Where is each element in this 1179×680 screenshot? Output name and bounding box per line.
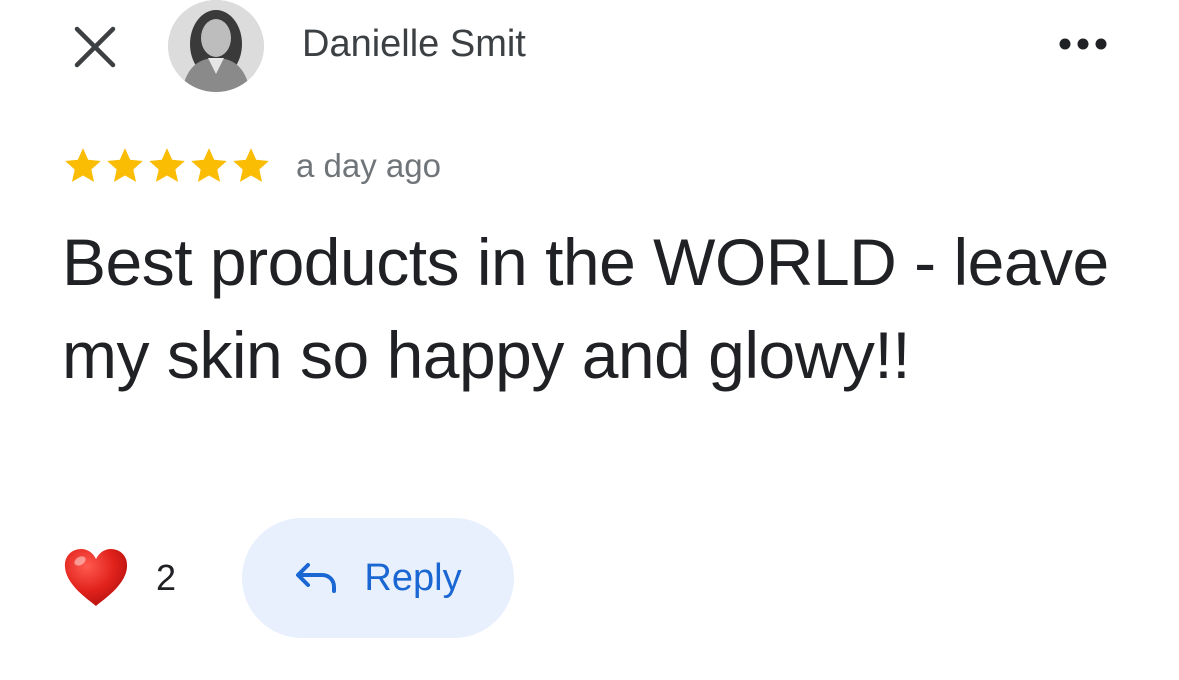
reply-label: Reply	[364, 557, 462, 599]
avatar[interactable]	[168, 0, 264, 92]
close-icon	[74, 26, 116, 68]
star-icon	[149, 148, 185, 182]
star-icon	[191, 148, 227, 182]
star-icon	[107, 148, 143, 182]
more-horizontal-icon	[1059, 38, 1107, 50]
heart-icon	[64, 549, 128, 606]
more-options-button[interactable]	[1050, 22, 1116, 66]
like-button[interactable]: 2	[62, 546, 176, 610]
review-header: Danielle Smit	[0, 0, 1179, 100]
star-icon	[65, 148, 101, 182]
close-button[interactable]	[66, 18, 124, 76]
star-icon	[233, 148, 269, 182]
like-count: 2	[156, 557, 177, 598]
reply-arrow-icon	[296, 563, 337, 593]
rating-row: a day ago	[62, 144, 441, 188]
review-timestamp: a day ago	[296, 147, 441, 184]
reply-button[interactable]: Reply	[242, 518, 514, 638]
author-name[interactable]: Danielle Smit	[302, 22, 526, 66]
star-rating	[62, 145, 272, 187]
review-text: Best products in the WORLD - leave my sk…	[62, 225, 1109, 392]
review-actions: 2 Reply	[62, 518, 1162, 638]
